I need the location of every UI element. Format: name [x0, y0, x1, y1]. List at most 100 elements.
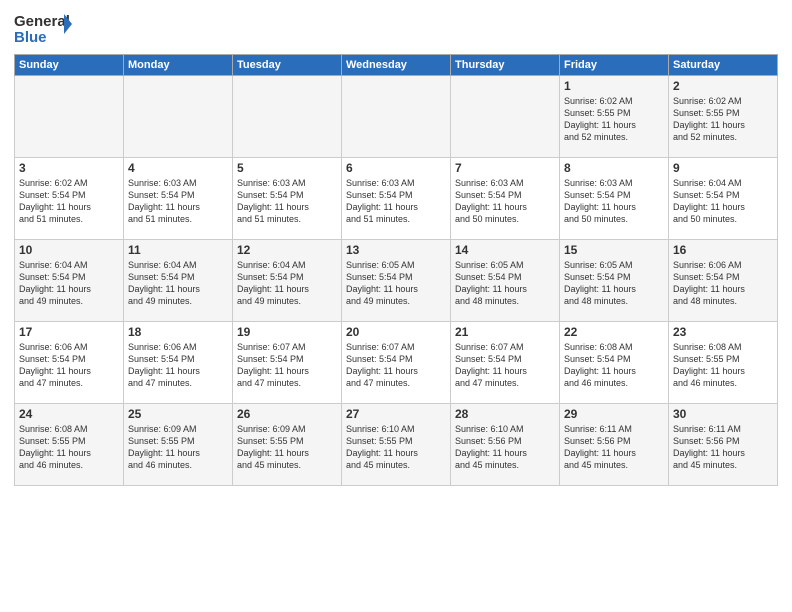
- calendar-cell: [15, 76, 124, 158]
- day-number: 30: [673, 407, 773, 421]
- day-number: 15: [564, 243, 664, 257]
- calendar-cell: 24 Sunrise: 6:08 AM Sunset: 5:55 PM Dayli…: [15, 404, 124, 486]
- day-info: Sunrise: 6:03 AM Sunset: 5:54 PM Dayligh…: [237, 177, 337, 226]
- day-info: Sunrise: 6:07 AM Sunset: 5:54 PM Dayligh…: [237, 341, 337, 390]
- header: GeneralBlue: [14, 10, 778, 46]
- day-info: Sunrise: 6:06 AM Sunset: 5:54 PM Dayligh…: [19, 341, 119, 390]
- day-number: 5: [237, 161, 337, 175]
- day-info: Sunrise: 6:06 AM Sunset: 5:54 PM Dayligh…: [128, 341, 228, 390]
- calendar-week-row: 3 Sunrise: 6:02 AM Sunset: 5:54 PM Daylig…: [15, 158, 778, 240]
- day-info: Sunrise: 6:04 AM Sunset: 5:54 PM Dayligh…: [237, 259, 337, 308]
- day-info: Sunrise: 6:09 AM Sunset: 5:55 PM Dayligh…: [237, 423, 337, 472]
- day-info: Sunrise: 6:04 AM Sunset: 5:54 PM Dayligh…: [128, 259, 228, 308]
- day-number: 29: [564, 407, 664, 421]
- calendar-cell: 6 Sunrise: 6:03 AM Sunset: 5:54 PM Daylig…: [342, 158, 451, 240]
- day-info: Sunrise: 6:11 AM Sunset: 5:56 PM Dayligh…: [673, 423, 773, 472]
- calendar-cell: 22Sunrise: 6:08 AM Sunset: 5:54 PM Dayli…: [560, 322, 669, 404]
- calendar-cell: 21 Sunrise: 6:07 AM Sunset: 5:54 PM Dayli…: [451, 322, 560, 404]
- day-info: Sunrise: 6:03 AM Sunset: 5:54 PM Dayligh…: [346, 177, 446, 226]
- day-number: 26: [237, 407, 337, 421]
- day-of-week-header: Tuesday: [233, 55, 342, 76]
- day-info: Sunrise: 6:04 AM Sunset: 5:54 PM Dayligh…: [673, 177, 773, 226]
- calendar-cell: 16 Sunrise: 6:06 AM Sunset: 5:54 PM Dayli…: [669, 240, 778, 322]
- day-number: 25: [128, 407, 228, 421]
- day-info: Sunrise: 6:03 AM Sunset: 5:54 PM Dayligh…: [455, 177, 555, 226]
- day-info: Sunrise: 6:08 AM Sunset: 5:55 PM Dayligh…: [19, 423, 119, 472]
- calendar-cell: 4Sunrise: 6:03 AM Sunset: 5:54 PM Daylig…: [124, 158, 233, 240]
- day-number: 13: [346, 243, 446, 257]
- calendar-table: SundayMondayTuesdayWednesdayThursdayFrid…: [14, 54, 778, 486]
- day-number: 7: [455, 161, 555, 175]
- calendar-cell: 15 Sunrise: 6:05 AM Sunset: 5:54 PM Dayli…: [560, 240, 669, 322]
- day-number: 14: [455, 243, 555, 257]
- calendar-body: 1 Sunrise: 6:02 AM Sunset: 5:55 PM Daylig…: [15, 76, 778, 486]
- day-info: Sunrise: 6:07 AM Sunset: 5:54 PM Dayligh…: [346, 341, 446, 390]
- calendar-cell: 14 Sunrise: 6:05 AM Sunset: 5:54 PM Dayli…: [451, 240, 560, 322]
- day-info: Sunrise: 6:11 AM Sunset: 5:56 PM Dayligh…: [564, 423, 664, 472]
- calendar-cell: 20 Sunrise: 6:07 AM Sunset: 5:54 PM Dayli…: [342, 322, 451, 404]
- day-number: 16: [673, 243, 773, 257]
- logo-svg: GeneralBlue: [14, 10, 74, 46]
- calendar-cell: 28 Sunrise: 6:10 AM Sunset: 5:56 PM Dayli…: [451, 404, 560, 486]
- calendar-cell: 7 Sunrise: 6:03 AM Sunset: 5:54 PM Daylig…: [451, 158, 560, 240]
- day-number: 6: [346, 161, 446, 175]
- calendar-cell: 11 Sunrise: 6:04 AM Sunset: 5:54 PM Dayli…: [124, 240, 233, 322]
- day-number: 11: [128, 243, 228, 257]
- calendar-cell: 27 Sunrise: 6:10 AM Sunset: 5:55 PM Dayli…: [342, 404, 451, 486]
- day-info: Sunrise: 6:10 AM Sunset: 5:56 PM Dayligh…: [455, 423, 555, 472]
- calendar-cell: 17 Sunrise: 6:06 AM Sunset: 5:54 PM Dayli…: [15, 322, 124, 404]
- calendar-cell: 3 Sunrise: 6:02 AM Sunset: 5:54 PM Daylig…: [15, 158, 124, 240]
- day-of-week-header: Monday: [124, 55, 233, 76]
- day-number: 3: [19, 161, 119, 175]
- calendar-cell: [233, 76, 342, 158]
- calendar-cell: [124, 76, 233, 158]
- svg-text:General: General: [14, 13, 70, 30]
- day-number: 22: [564, 325, 664, 339]
- calendar-cell: 12Sunrise: 6:04 AM Sunset: 5:54 PM Dayli…: [233, 240, 342, 322]
- day-number: 28: [455, 407, 555, 421]
- day-number: 18: [128, 325, 228, 339]
- day-number: 21: [455, 325, 555, 339]
- page: GeneralBlue SundayMondayTuesdayWednesday…: [0, 0, 792, 612]
- day-info: Sunrise: 6:07 AM Sunset: 5:54 PM Dayligh…: [455, 341, 555, 390]
- calendar-cell: 19 Sunrise: 6:07 AM Sunset: 5:54 PM Dayli…: [233, 322, 342, 404]
- calendar-cell: 29 Sunrise: 6:11 AM Sunset: 5:56 PM Dayli…: [560, 404, 669, 486]
- day-info: Sunrise: 6:02 AM Sunset: 5:55 PM Dayligh…: [564, 95, 664, 144]
- day-number: 17: [19, 325, 119, 339]
- calendar-cell: 5 Sunrise: 6:03 AM Sunset: 5:54 PM Daylig…: [233, 158, 342, 240]
- day-info: Sunrise: 6:05 AM Sunset: 5:54 PM Dayligh…: [564, 259, 664, 308]
- calendar-week-row: 24 Sunrise: 6:08 AM Sunset: 5:55 PM Dayli…: [15, 404, 778, 486]
- day-number: 20: [346, 325, 446, 339]
- day-info: Sunrise: 6:05 AM Sunset: 5:54 PM Dayligh…: [455, 259, 555, 308]
- day-of-week-header: Wednesday: [342, 55, 451, 76]
- day-info: Sunrise: 6:03 AM Sunset: 5:54 PM Dayligh…: [128, 177, 228, 226]
- day-info: Sunrise: 6:04 AM Sunset: 5:54 PM Dayligh…: [19, 259, 119, 308]
- day-info: Sunrise: 6:05 AM Sunset: 5:54 PM Dayligh…: [346, 259, 446, 308]
- calendar-cell: 26 Sunrise: 6:09 AM Sunset: 5:55 PM Dayli…: [233, 404, 342, 486]
- calendar-week-row: 17 Sunrise: 6:06 AM Sunset: 5:54 PM Dayli…: [15, 322, 778, 404]
- logo: GeneralBlue: [14, 10, 74, 46]
- calendar-cell: 10 Sunrise: 6:04 AM Sunset: 5:54 PM Dayli…: [15, 240, 124, 322]
- day-number: 19: [237, 325, 337, 339]
- calendar-cell: [342, 76, 451, 158]
- calendar-cell: 25 Sunrise: 6:09 AM Sunset: 5:55 PM Dayli…: [124, 404, 233, 486]
- day-number: 27: [346, 407, 446, 421]
- day-number: 10: [19, 243, 119, 257]
- day-of-week-header: Saturday: [669, 55, 778, 76]
- day-info: Sunrise: 6:10 AM Sunset: 5:55 PM Dayligh…: [346, 423, 446, 472]
- day-info: Sunrise: 6:06 AM Sunset: 5:54 PM Dayligh…: [673, 259, 773, 308]
- calendar-cell: 2Sunrise: 6:02 AM Sunset: 5:55 PM Daylig…: [669, 76, 778, 158]
- day-number: 1: [564, 79, 664, 93]
- day-number: 24: [19, 407, 119, 421]
- calendar-cell: 30 Sunrise: 6:11 AM Sunset: 5:56 PM Dayli…: [669, 404, 778, 486]
- calendar-header-row: SundayMondayTuesdayWednesdayThursdayFrid…: [15, 55, 778, 76]
- calendar-week-row: 10 Sunrise: 6:04 AM Sunset: 5:54 PM Dayli…: [15, 240, 778, 322]
- day-info: Sunrise: 6:09 AM Sunset: 5:55 PM Dayligh…: [128, 423, 228, 472]
- calendar-cell: 13 Sunrise: 6:05 AM Sunset: 5:54 PM Dayli…: [342, 240, 451, 322]
- day-of-week-header: Thursday: [451, 55, 560, 76]
- day-number: 9: [673, 161, 773, 175]
- day-number: 2: [673, 79, 773, 93]
- day-of-week-header: Sunday: [15, 55, 124, 76]
- day-info: Sunrise: 6:02 AM Sunset: 5:54 PM Dayligh…: [19, 177, 119, 226]
- day-info: Sunrise: 6:08 AM Sunset: 5:55 PM Dayligh…: [673, 341, 773, 390]
